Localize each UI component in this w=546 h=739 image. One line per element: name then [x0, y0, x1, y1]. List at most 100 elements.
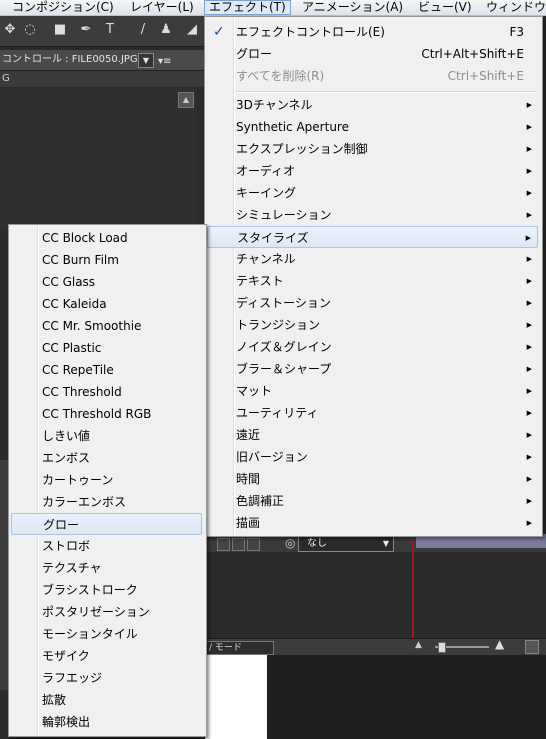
submenu-item-label: CC Block Load [42, 231, 128, 245]
submenu-item-effect[interactable]: CC Glass [11, 271, 202, 293]
submenu-item-effect[interactable]: カラーエンボス [11, 491, 202, 513]
submenu-item-effect[interactable]: ストロボ [11, 535, 202, 557]
menu-view[interactable]: ビュー(V) [414, 0, 476, 15]
submenu-item-effect[interactable]: CC Kaleida [11, 293, 202, 315]
menu-item-effect-controls[interactable]: ✓ エフェクトコントロール(E) F3 [207, 21, 538, 43]
pen-tool-icon[interactable]: ✒ [78, 22, 94, 38]
submenu-item-label: エンボス [42, 451, 91, 465]
submenu-item-effect[interactable]: CC Mr. Smoothie [11, 315, 202, 337]
menu-item-category[interactable]: シミュレーション ▶ [207, 204, 538, 226]
text-tool-icon[interactable]: T [102, 22, 118, 38]
effect-controls-panel-tab[interactable]: コントロール : FILE0050.JPG ▼ ▾≡ [0, 50, 205, 71]
submenu-arrow-icon: ▶ [526, 299, 532, 307]
pan-tool-icon[interactable]: ✥ [2, 22, 18, 38]
parent-select-value: なし [307, 538, 327, 549]
menu-window[interactable]: ウィンドウ [482, 0, 546, 15]
menu-composition[interactable]: コンポジション(C) [8, 0, 118, 15]
submenu-arrow-icon: ▶ [526, 123, 532, 131]
menu-item-label: 色調補正 [236, 494, 285, 508]
menu-item-category[interactable]: マット ▶ [207, 380, 538, 402]
submenu-item-effect[interactable]: ラフエッジ [11, 667, 202, 689]
menu-item-label: 旧バージョン [236, 450, 308, 464]
submenu-item-effect[interactable]: 拡散 [11, 689, 202, 711]
submenu-item-effect[interactable]: CC Block Load [11, 227, 202, 249]
menu-separator [235, 91, 537, 93]
timeline-switch[interactable] [217, 538, 230, 551]
menu-item-category[interactable]: ブラー＆シャープ ▶ [207, 358, 538, 380]
menu-item-category[interactable]: ノイズ＆グレイン ▶ [207, 336, 538, 358]
menu-layer[interactable]: レイヤー(L) [126, 0, 198, 15]
timeline-switch[interactable] [247, 538, 260, 551]
menu-item-category[interactable]: 3Dチャンネル ▶ [207, 94, 538, 116]
brush-tool-icon[interactable]: / [135, 22, 151, 38]
submenu-item-label: CC Threshold [42, 385, 122, 399]
current-time-indicator[interactable] [412, 540, 414, 640]
menu-item-shortcut: Ctrl+Shift+E [447, 69, 524, 83]
menu-item-glow-recent[interactable]: グロー Ctrl+Alt+Shift+E [207, 43, 538, 65]
submenu-item-effect[interactable]: モザイク [11, 645, 202, 667]
submenu-item-label: CC Plastic [42, 341, 102, 355]
menu-item-category[interactable]: ユーティリティ ▶ [207, 402, 538, 424]
submenu-item-label: グロー [43, 518, 80, 532]
submenu-item-effect[interactable]: しきい値 [11, 425, 202, 447]
eraser-tool-icon[interactable]: ◢ [184, 22, 200, 38]
parent-select[interactable]: なし ▼ [298, 536, 394, 552]
submenu-item-label: カートゥーン [42, 473, 114, 487]
submenu-item-effect[interactable]: CC RepeTile [11, 359, 202, 381]
menu-animation[interactable]: アニメーション(A) [298, 0, 407, 15]
stamp-tool-icon[interactable]: ♟ [158, 22, 174, 38]
submenu-item-effect[interactable]: CC Threshold RGB [11, 403, 202, 425]
menu-item-remove-all: すべてを削除(R) Ctrl+Shift+E [207, 65, 538, 87]
menu-item-category[interactable]: テキスト ▶ [207, 270, 538, 292]
zoom-slider-thumb[interactable] [438, 642, 446, 653]
submenu-item-effect[interactable]: カートゥーン [11, 469, 202, 491]
menu-item-label: マット [236, 384, 273, 398]
parent-pickwhip-icon[interactable]: ◎ [285, 536, 295, 550]
menu-item-category[interactable]: エクスプレッション制御 ▶ [207, 138, 538, 160]
menu-item-label: シミュレーション [236, 208, 332, 222]
mode-toggle-button[interactable]: / モード [205, 641, 274, 655]
submenu-item-effect[interactable]: ブラシストローク [11, 579, 202, 601]
menu-item-category[interactable]: チャンネル ▶ [207, 248, 538, 270]
submenu-arrow-icon: ▶ [526, 277, 532, 285]
menu-item-category[interactable]: トランジション ▶ [207, 314, 538, 336]
submenu-arrow-icon: ▶ [526, 431, 532, 439]
menu-item-label: エクスプレッション制御 [236, 142, 368, 156]
submenu-arrow-icon: ▶ [526, 453, 532, 461]
timeline-switch[interactable] [232, 538, 245, 551]
submenu-item-effect[interactable]: CC Threshold [11, 381, 202, 403]
menu-item-category[interactable]: 遠近 ▶ [207, 424, 538, 446]
panel-menu-icon[interactable]: ▾≡ [158, 52, 171, 70]
menu-item-category[interactable]: キーイング ▶ [207, 182, 538, 204]
submenu-arrow-icon: ▶ [526, 321, 532, 329]
submenu-item-effect[interactable]: グロー [11, 513, 202, 535]
dark-area [267, 655, 546, 739]
timeline-end-button[interactable] [525, 640, 539, 654]
menu-item-category[interactable]: 描画 ▶ [207, 512, 538, 534]
submenu-item-effect[interactable]: CC Plastic [11, 337, 202, 359]
rectangle-tool-icon[interactable]: ■ [52, 22, 68, 38]
submenu-item-effect[interactable]: エンボス [11, 447, 202, 469]
submenu-item-effect[interactable]: CC Burn Film [11, 249, 202, 271]
menu-item-label: トランジション [236, 318, 321, 332]
menu-item-category[interactable]: 時間 ▶ [207, 468, 538, 490]
menu-item-category[interactable]: Synthetic Aperture ▶ [207, 116, 538, 138]
zoom-in-icon[interactable]: ▲ [495, 637, 504, 651]
menu-item-category[interactable]: 旧バージョン ▶ [207, 446, 538, 468]
zoom-out-icon[interactable]: ▲ [415, 640, 422, 650]
rotate-tool-icon[interactable]: ◌ [22, 22, 38, 38]
submenu-item-effect[interactable]: 輪郭検出 [11, 711, 202, 733]
menu-item-category[interactable]: 色調補正 ▶ [207, 490, 538, 512]
menu-item-category[interactable]: オーディオ ▶ [207, 160, 538, 182]
submenu-item-effect[interactable]: ポスタリゼーション [11, 601, 202, 623]
menu-item-category[interactable]: スタイライズ ▶ [207, 226, 538, 248]
submenu-item-label: ストロボ [42, 539, 91, 553]
panel-scroll-up-icon[interactable]: ▲ [178, 92, 194, 108]
panel-tab-label: コントロール : FILE0050.JPG [2, 54, 138, 65]
menu-effect[interactable]: エフェクト(T) [204, 0, 291, 15]
submenu-item-effect[interactable]: モーションタイル [11, 623, 202, 645]
menu-item-label: テキスト [236, 274, 284, 288]
menu-item-category[interactable]: ディストーション ▶ [207, 292, 538, 314]
panel-dropdown-icon[interactable]: ▼ [138, 53, 154, 68]
submenu-item-effect[interactable]: テクスチャ [11, 557, 202, 579]
